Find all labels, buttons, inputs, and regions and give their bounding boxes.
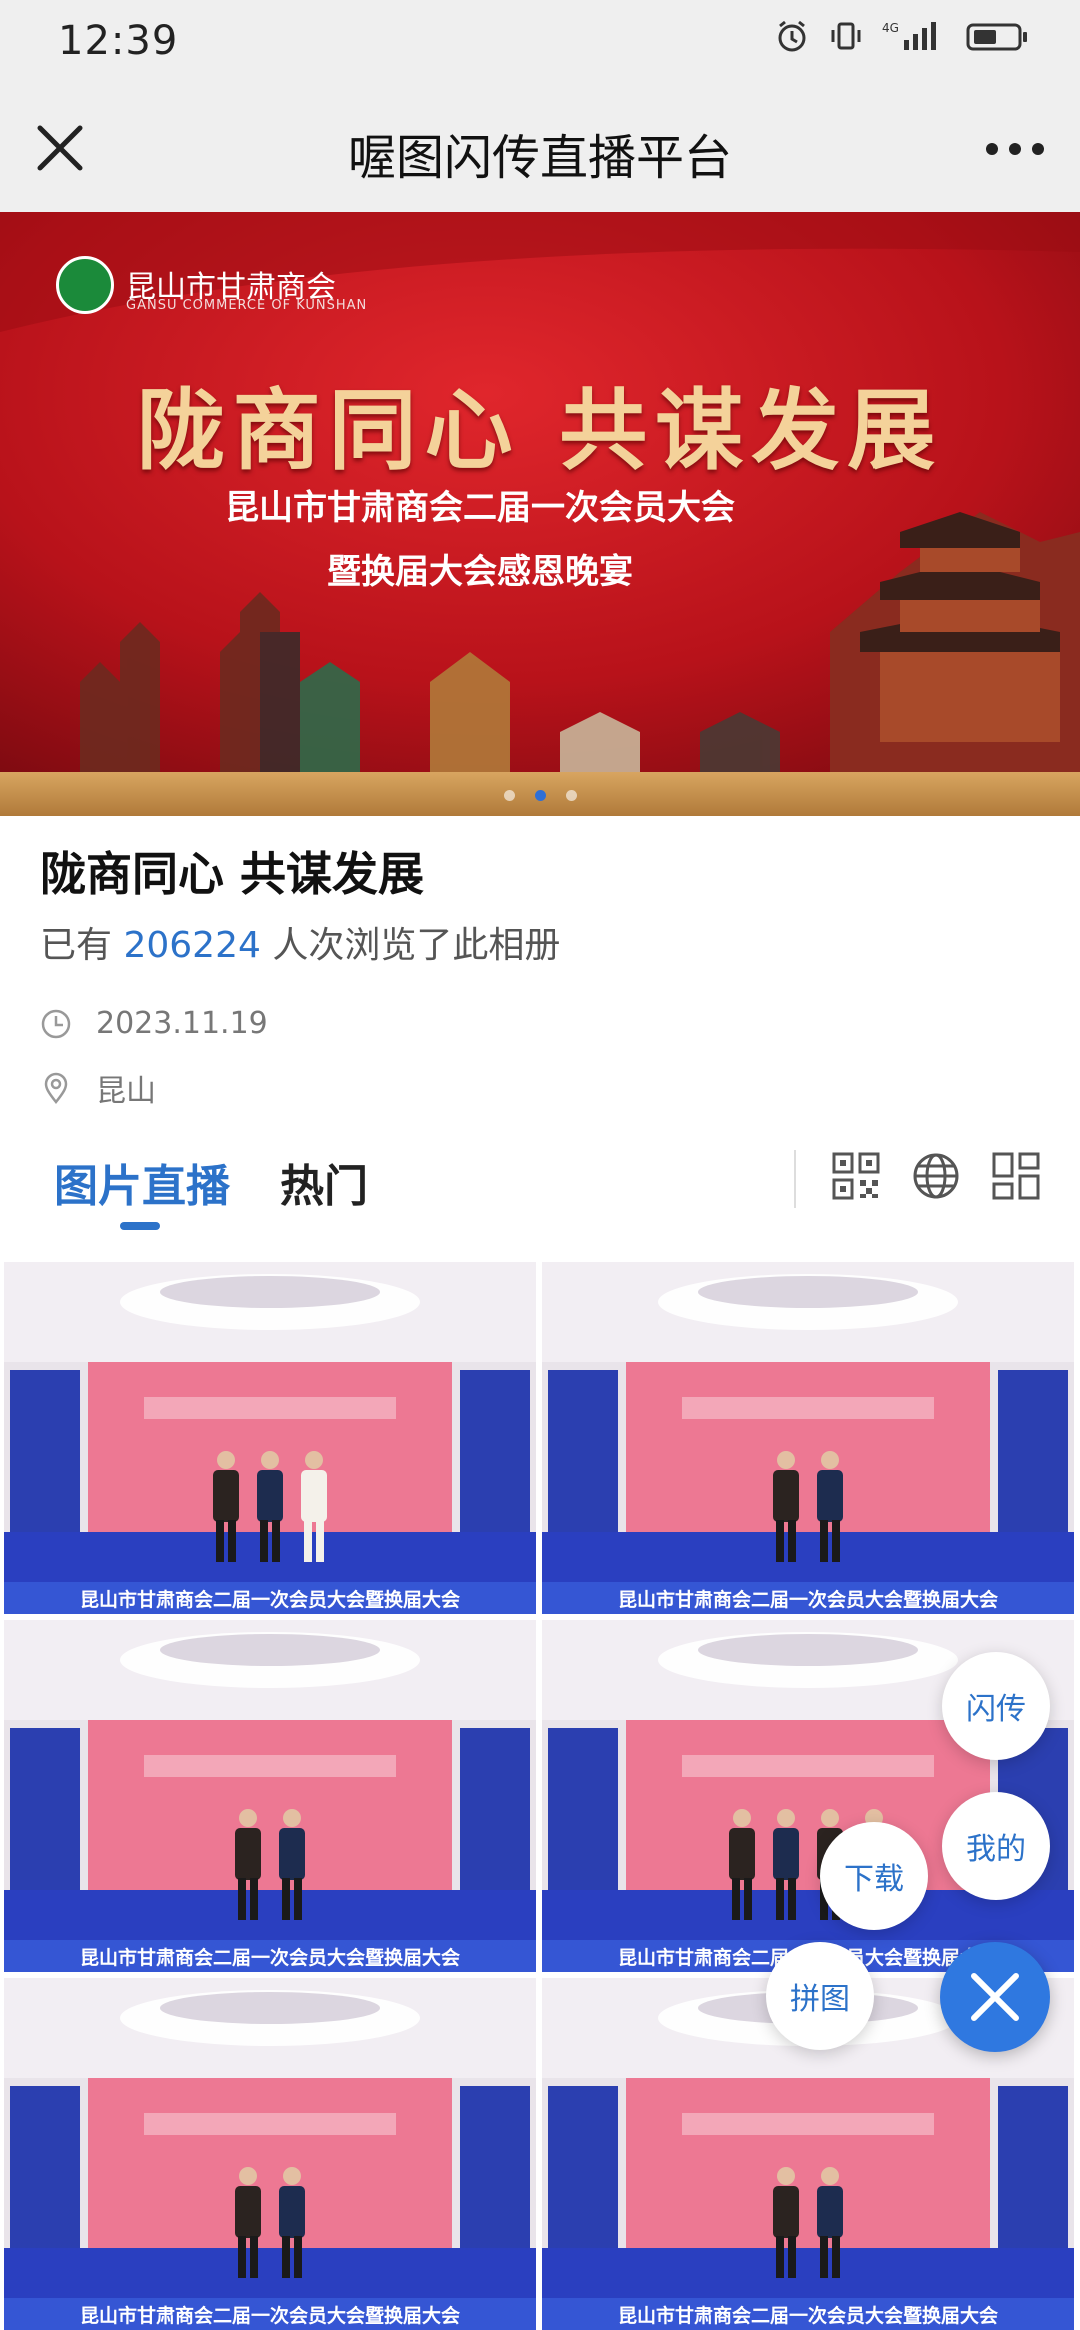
event-photo <box>4 1620 536 1972</box>
photo-thumbnail[interactable]: 昆山市甘肃商会二届一次会员大会暨换届大会 <box>4 1262 536 1614</box>
org-name-en: GANSU COMMERCE OF KUNSHAN <box>126 298 368 313</box>
download-button[interactable]: 下载 <box>820 1822 928 1930</box>
nav-bar: 喔图闪传直播平台 <box>0 84 1080 212</box>
views-suffix: 人次浏览了此相册 <box>272 925 561 966</box>
photo-banner-caption: 昆山市甘肃商会二届一次会员大会暨换届大会 <box>617 1589 998 1611</box>
views-prefix: 已有 <box>40 925 113 966</box>
event-photo <box>4 1978 536 2330</box>
vibrate-icon <box>831 22 861 50</box>
banner-subtitle-2: 暨换届大会感恩晚宴 <box>327 552 633 592</box>
clock-icon <box>41 1009 71 1038</box>
tab-hot[interactable]: 热门 <box>280 1150 368 1214</box>
alarm-icon <box>778 20 806 52</box>
album-location: 昆山 <box>96 1074 156 1109</box>
album-title: 陇商同心 共谋发展 <box>40 847 425 901</box>
tab-bar: 图片直播 热门 <box>0 1132 1080 1232</box>
album-date: 2023.11.19 <box>96 1006 268 1041</box>
photo-banner-caption: 昆山市甘肃商会二届一次会员大会暨换届大会 <box>79 1589 460 1611</box>
globe-icon[interactable] <box>908 1148 964 1204</box>
org-logo <box>56 256 114 314</box>
carousel-dot-active[interactable] <box>534 790 546 801</box>
photo-banner-caption: 昆山市甘肃商会二届一次会员大会暨换届大会 <box>617 2305 998 2327</box>
close-icon <box>971 1973 1019 2021</box>
grid-layout-icon[interactable] <box>988 1148 1044 1204</box>
photo-thumbnail[interactable]: 昆山市甘肃商会二届一次会员大会暨换届大会 <box>4 1620 536 1972</box>
event-banner[interactable]: 昆山市甘肃商会 GANSU COMMERCE OF KUNSHAN 陇商同心 共… <box>0 212 1080 816</box>
tab-photo-live[interactable]: 图片直播 <box>54 1150 230 1214</box>
mine-button[interactable]: 我的 <box>942 1792 1050 1900</box>
event-photo <box>542 1262 1074 1614</box>
view-count-text: 已有 206224 人次浏览了此相册 <box>40 916 560 968</box>
carousel-dot[interactable] <box>503 790 515 801</box>
tab-divider <box>794 1150 796 1208</box>
svg-text:4G: 4G <box>882 21 899 35</box>
banner-subtitle-1: 昆山市甘肃商会二届一次会员大会 <box>225 488 735 528</box>
signal-icon: 4G <box>882 21 936 50</box>
views-count: 206224 <box>123 925 261 966</box>
location-row: 昆山 <box>40 1066 156 1110</box>
fab-close-button[interactable] <box>940 1942 1050 2052</box>
carousel-indicator <box>0 790 1080 801</box>
photo-banner-caption: 昆山市甘肃商会二届一次会员大会暨换届大会 <box>79 1947 460 1969</box>
clock: 12:39 <box>58 18 179 64</box>
collage-button[interactable]: 拼图 <box>766 1942 874 2050</box>
banner-slogan: 陇商同心 共谋发展 <box>136 378 944 482</box>
photo-thumbnail[interactable]: 昆山市甘肃商会二届一次会员大会暨换届大会 <box>542 1262 1074 1614</box>
flash-transfer-button[interactable]: 闪传 <box>942 1652 1050 1760</box>
location-pin-icon <box>44 1072 68 1104</box>
date-row: 2023.11.19 <box>40 1006 268 1041</box>
more-icon[interactable] <box>980 124 1050 174</box>
status-icons: 4G <box>774 18 1030 54</box>
event-photo <box>4 1262 536 1614</box>
qrcode-icon[interactable] <box>828 1148 884 1204</box>
photo-thumbnail[interactable]: 昆山市甘肃商会二届一次会员大会暨换届大会 <box>4 1978 536 2330</box>
photo-banner-caption: 昆山市甘肃商会二届一次会员大会暨换届大会 <box>79 2305 460 2327</box>
battery-icon <box>966 23 1027 51</box>
page-title: 喔图闪传直播平台 <box>347 130 732 186</box>
status-bar: 12:39 4G <box>0 0 1080 84</box>
active-tab-indicator <box>120 1222 160 1230</box>
carousel-dot[interactable] <box>565 790 577 801</box>
